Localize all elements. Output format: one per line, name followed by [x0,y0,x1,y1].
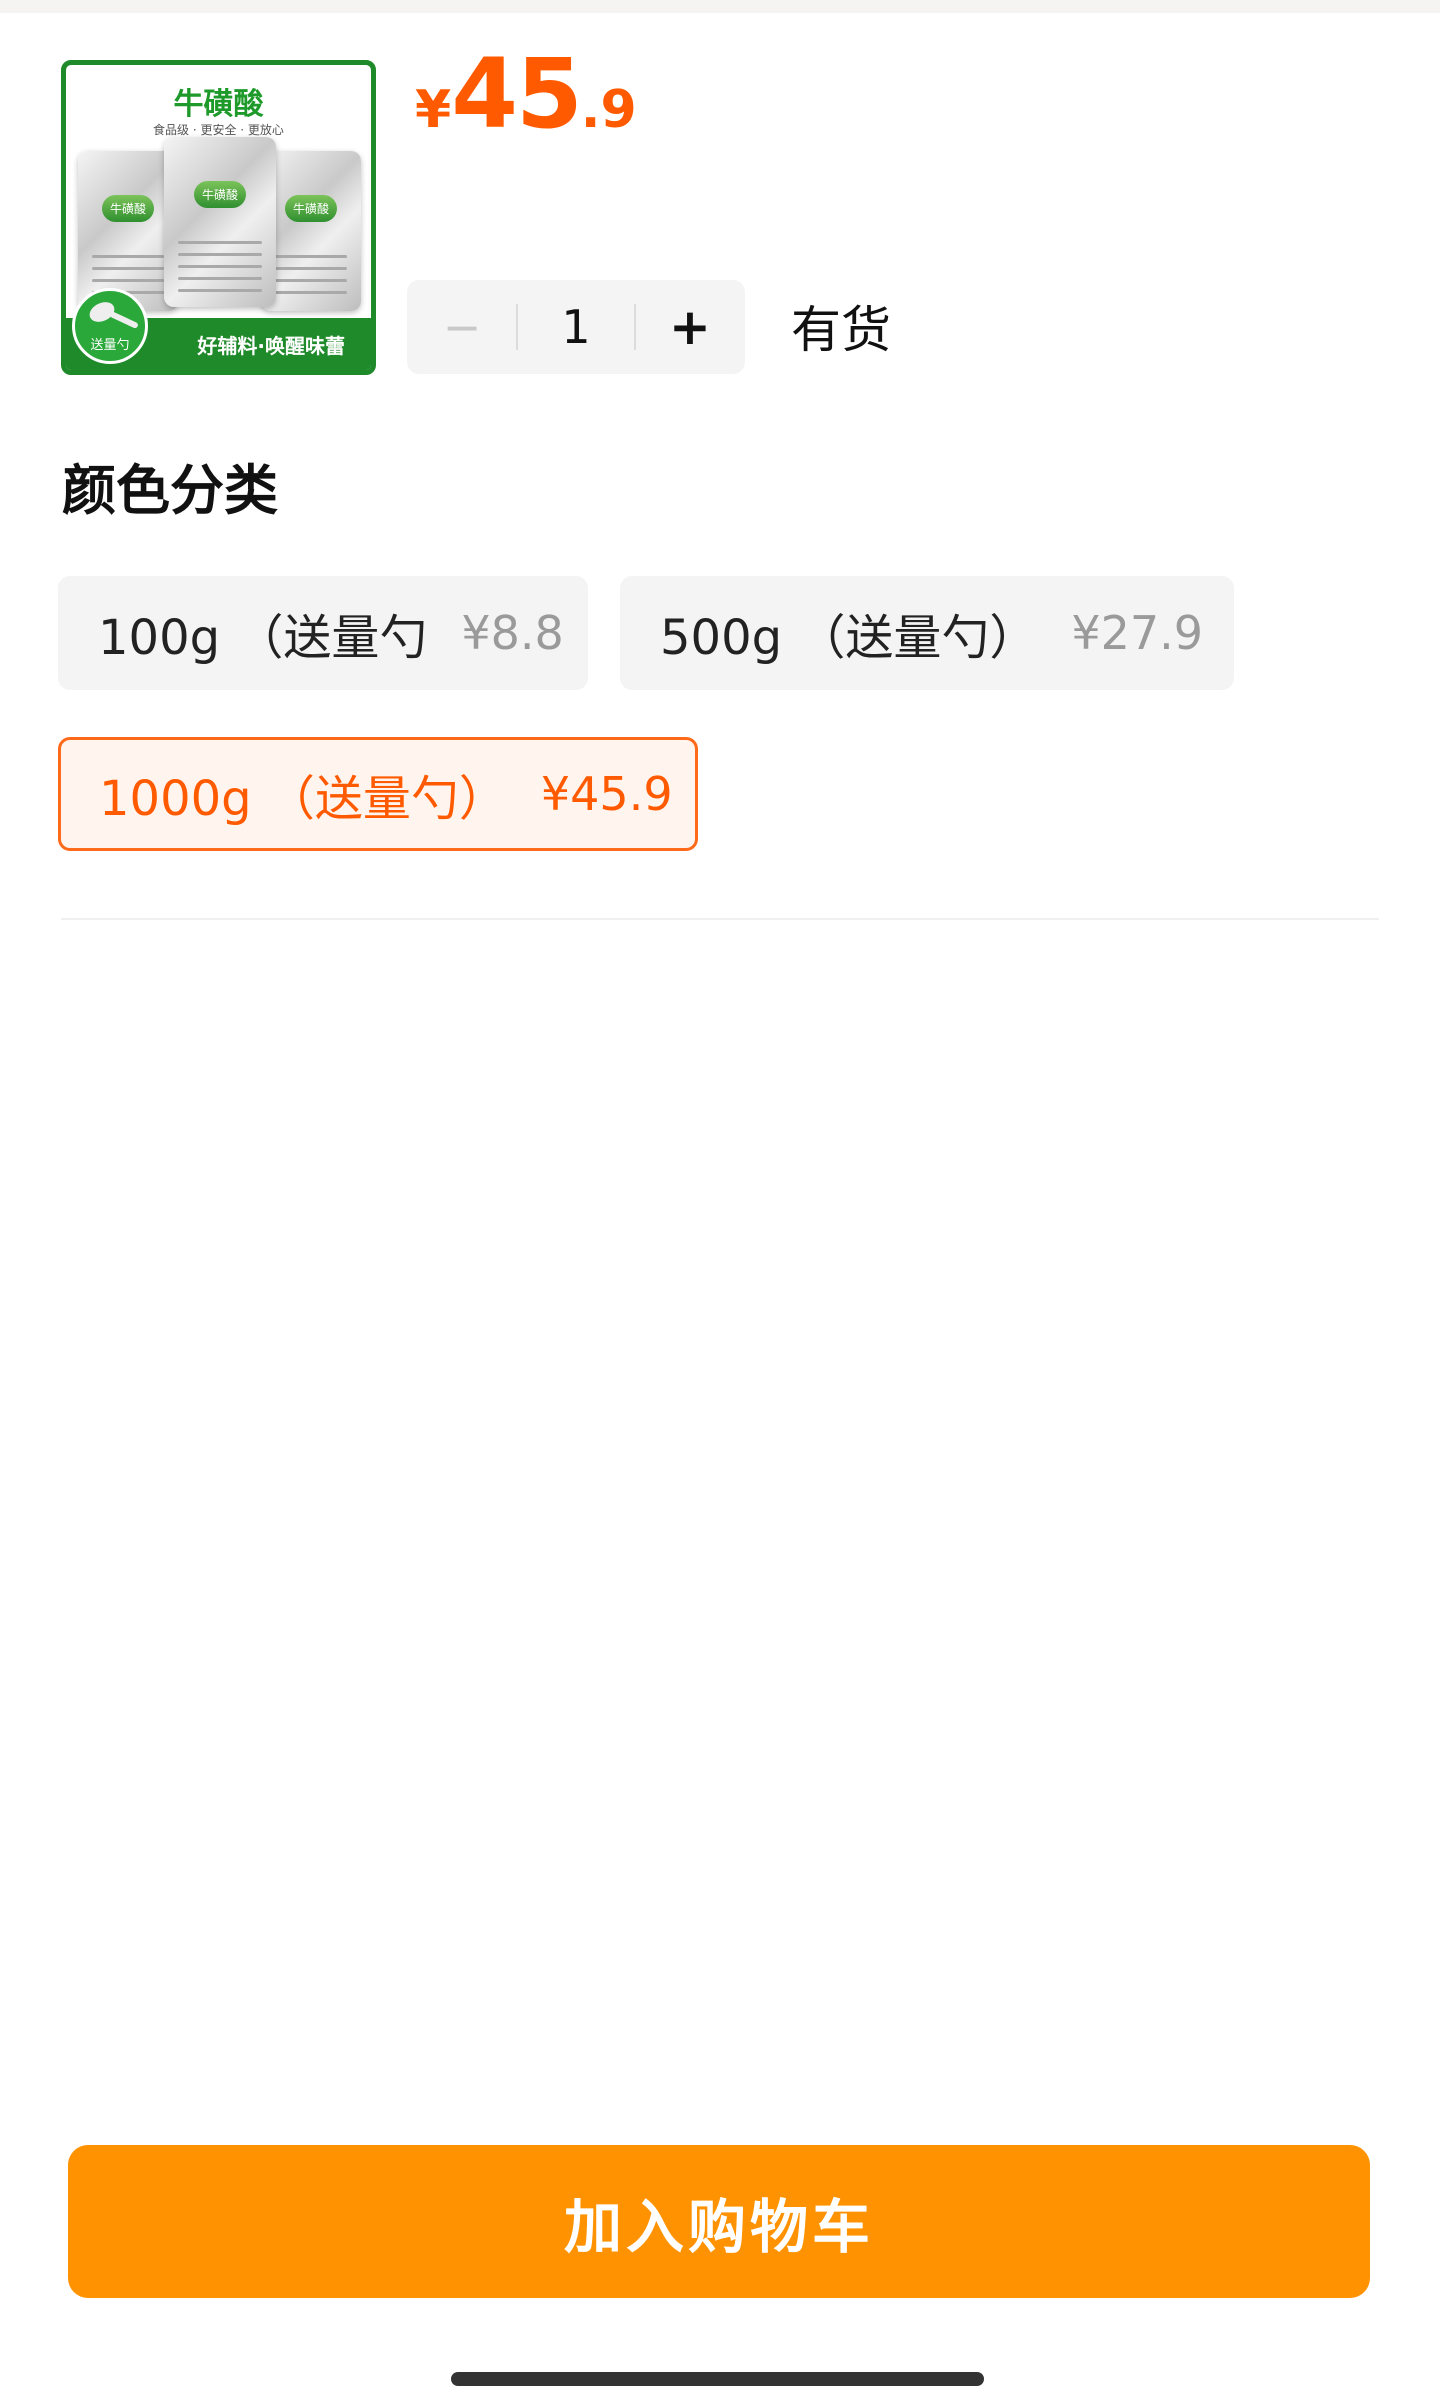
option-label: 1000g （送量勺） [99,771,507,827]
divider [61,918,1379,920]
option-price: ¥45.9 [540,767,673,821]
spoon-badge: 送量勺 [72,288,148,364]
stock-status: 有货 [791,301,891,359]
thumbnail-title: 牛磺酸 [173,87,264,122]
option-label: 100g （送量勺 [98,610,428,666]
price-decimal: .9 [580,80,637,140]
add-to-cart-button[interactable]: 加入购物车 [68,2145,1370,2298]
price: ¥45.9 [415,38,637,150]
thumbnail-subtitle: 食品级 · 更安全 · 更放心 [153,123,284,137]
option-price: ¥27.9 [1071,606,1204,660]
product-thumbnail[interactable]: 牛磺酸 食品级 · 更安全 · 更放心 牛磺酸 牛磺酸 牛磺酸 好辅料·唤醒味蕾… [61,60,376,375]
quantity-stepper: − 1 + [407,280,745,374]
option-price: ¥8.8 [461,606,564,660]
ribbon-text: 好辅料·唤醒味蕾 [197,334,345,358]
price-integer: 45 [451,38,583,150]
option-label: 500g （送量勺） [660,610,1038,666]
product-bag-left: 牛磺酸 [78,151,178,311]
option-100g[interactable]: 100g （送量勺 ¥8.8 [58,576,588,690]
sku-selector-page: 牛磺酸 食品级 · 更安全 · 更放心 牛磺酸 牛磺酸 牛磺酸 好辅料·唤醒味蕾… [0,0,1440,2407]
spoon-badge-text: 送量勺 [90,338,130,353]
option-500g[interactable]: 500g （送量勺） ¥27.9 [620,576,1234,690]
price-currency: ¥ [415,80,452,140]
increment-button[interactable]: + [635,280,745,374]
product-bag-right: 牛磺酸 [261,151,361,311]
decrement-button[interactable]: − [407,280,517,374]
home-indicator[interactable] [451,2372,984,2386]
bag-label: 牛磺酸 [284,195,338,222]
bag-label: 牛磺酸 [193,181,247,208]
quantity-value[interactable]: 1 [517,280,635,374]
section-title: 颜色分类 [62,459,278,522]
product-bag-center: 牛磺酸 [164,137,276,307]
top-strip [0,0,1440,13]
bag-label: 牛磺酸 [101,195,155,222]
option-1000g[interactable]: 1000g （送量勺） ¥45.9 [58,737,698,851]
